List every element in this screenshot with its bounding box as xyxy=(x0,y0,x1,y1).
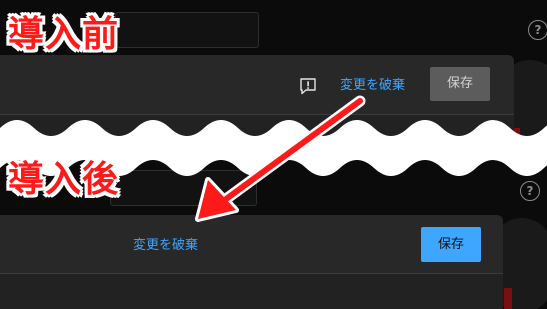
after-caption: 導入後 xyxy=(8,159,120,200)
search-box[interactable] xyxy=(115,12,259,48)
save-button[interactable]: 保存 xyxy=(430,67,490,101)
help-icon[interactable]: ? xyxy=(520,181,540,201)
search-box[interactable] xyxy=(110,170,257,206)
editor-header-panel: 変更を破棄 保存 xyxy=(0,215,503,273)
editor-body-panel xyxy=(0,274,503,309)
save-button[interactable]: 保存 xyxy=(421,227,481,262)
background-accent xyxy=(504,288,512,309)
discard-changes-link[interactable]: 変更を破棄 xyxy=(133,234,198,253)
feedback-icon[interactable] xyxy=(299,77,317,95)
help-icon[interactable]: ? xyxy=(528,20,547,40)
editor-body-panel xyxy=(0,115,514,148)
editor-header-panel: 変更を破棄 保存 xyxy=(0,55,514,115)
discard-changes-link[interactable]: 変更を破棄 xyxy=(340,74,405,93)
before-caption: 導入前 xyxy=(8,14,120,55)
